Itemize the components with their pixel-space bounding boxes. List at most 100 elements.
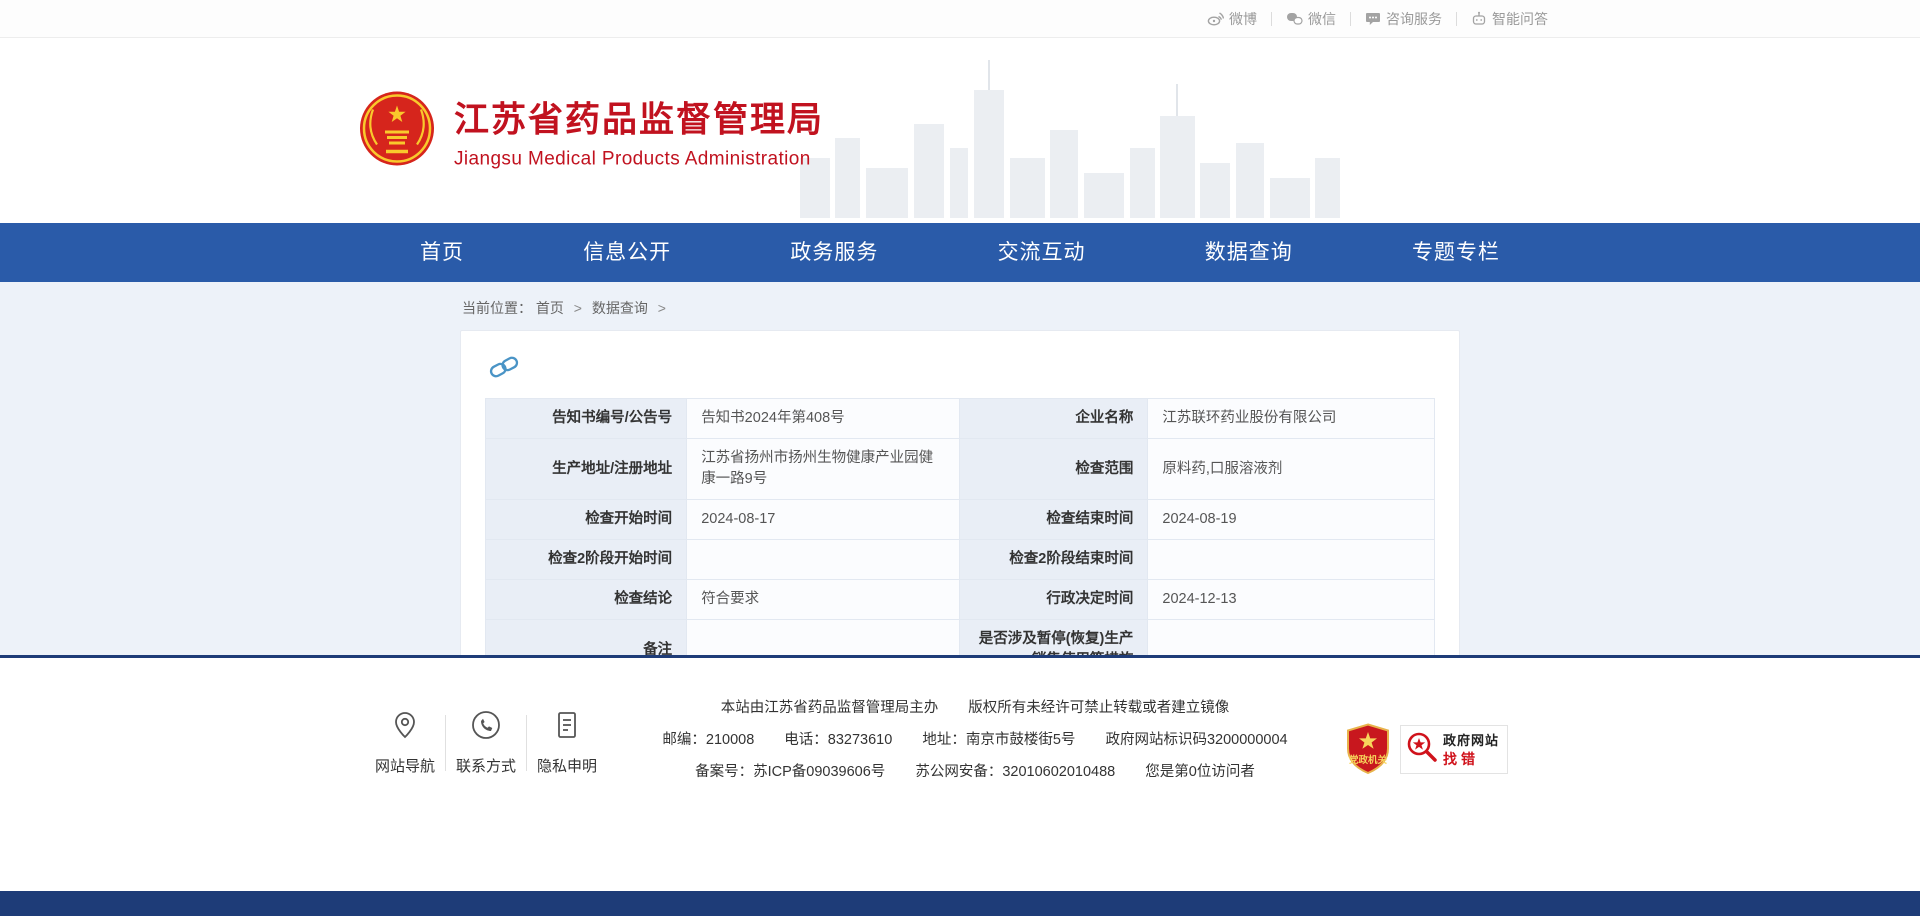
- party-gov-badge[interactable]: 党政机关: [1344, 723, 1392, 775]
- topbar-weibo[interactable]: 微博: [1207, 9, 1257, 29]
- divider: [526, 715, 527, 771]
- field-value: 2024-08-17: [687, 500, 960, 540]
- site-title: 江苏省药品监督管理局: [454, 91, 824, 142]
- bottom-strip: [0, 891, 1920, 916]
- footer: 网站导航 联系方式: [0, 655, 1920, 891]
- footer-nav-label: 网站导航: [375, 755, 435, 776]
- find-error-text: 政府网站 找错: [1443, 730, 1499, 769]
- nav-item-special-topics[interactable]: 专题专栏: [1402, 223, 1510, 282]
- field-label: 检查结束时间: [960, 500, 1148, 540]
- divider: [445, 715, 446, 771]
- topbar-wechat[interactable]: 微信: [1286, 9, 1336, 29]
- footer-phone: 电话：83273610: [784, 732, 892, 748]
- inspection-detail-card: 告知书编号/公告号 告知书2024年第408号 企业名称 江苏联环药业股份有限公…: [460, 330, 1460, 708]
- nav-item-info-disclosure[interactable]: 信息公开: [573, 223, 681, 282]
- field-label: 检查2阶段开始时间: [486, 540, 687, 580]
- field-label: 检查范围: [960, 439, 1148, 500]
- inspection-table: 告知书编号/公告号 告知书2024年第408号 企业名称 江苏联环药业股份有限公…: [485, 398, 1435, 681]
- divider: [1456, 12, 1457, 26]
- topbar: 微博 微信 咨询服务: [0, 0, 1920, 38]
- footer-badges: 党政机关 政府网站 找错: [1344, 706, 1508, 792]
- topbar-label: 咨询服务: [1386, 9, 1442, 29]
- party-gov-badge-label: 党政机关: [1349, 754, 1388, 766]
- nav-item-data-query[interactable]: 数据查询: [1195, 223, 1303, 282]
- breadcrumb-data-query[interactable]: 数据查询: [592, 300, 648, 316]
- footer-police-number: 苏公网安备：32010602010488: [915, 764, 1115, 780]
- footer-nav-label: 隐私申明: [537, 755, 597, 776]
- national-emblem-logo: [358, 89, 436, 172]
- topbar-smart-qa[interactable]: 智能问答: [1471, 9, 1548, 29]
- footer-site-id: 政府网站标识码3200000004: [1105, 732, 1287, 748]
- footer-line-2: 邮编：210008 电话：83273610 地址：南京市鼓楼街5号 政府网站标识…: [606, 728, 1344, 749]
- footer-line-3: 备案号：苏ICP备09039606号 苏公网安备：32010602010488 …: [606, 760, 1344, 781]
- divider: [1271, 12, 1272, 26]
- table-row: 检查2阶段开始时间 检查2阶段结束时间: [486, 540, 1435, 580]
- smart-qa-icon: [1471, 11, 1487, 26]
- footer-address: 地址：南京市鼓楼街5号: [922, 732, 1075, 748]
- page: 微博 微信 咨询服务: [0, 0, 1920, 916]
- field-value: [687, 540, 960, 580]
- field-label: 检查2阶段结束时间: [960, 540, 1148, 580]
- wechat-icon: [1286, 11, 1303, 26]
- field-value: 原料药,口服溶液剂: [1148, 439, 1435, 500]
- field-value: 江苏联环药业股份有限公司: [1148, 399, 1435, 439]
- nav-item-gov-services[interactable]: 政务服务: [780, 223, 888, 282]
- field-label: 企业名称: [960, 399, 1148, 439]
- table-row: 检查结论 符合要求 行政决定时间 2024-12-13: [486, 580, 1435, 620]
- topbar-label: 微信: [1308, 9, 1336, 29]
- table-row: 检查开始时间 2024-08-17 检查结束时间 2024-08-19: [486, 500, 1435, 540]
- field-label: 告知书编号/公告号: [486, 399, 687, 439]
- consult-icon: [1365, 11, 1381, 26]
- footer-line-1: 本站由江苏省药品监督管理局主办 版权所有未经许可禁止转载或者建立镜像: [606, 696, 1344, 717]
- footer-copyright-text: 版权所有未经许可禁止转载或者建立镜像: [968, 700, 1229, 716]
- divider: [1350, 12, 1351, 26]
- field-label: 生产地址/注册地址: [486, 439, 687, 500]
- site-subtitle: Jiangsu Medical Products Administration: [454, 148, 824, 170]
- field-value: 告知书2024年第408号: [687, 399, 960, 439]
- site-header: 江苏省药品监督管理局 Jiangsu Medical Products Admi…: [0, 38, 1920, 223]
- breadcrumb-separator: >: [574, 300, 582, 316]
- topbar-consult-service[interactable]: 咨询服务: [1365, 9, 1442, 29]
- breadcrumb: 当前位置： 首页 > 数据查询 >: [460, 282, 1460, 330]
- topbar-label: 智能问答: [1492, 9, 1548, 29]
- content-area: 当前位置： 首页 > 数据查询 >: [0, 282, 1920, 655]
- footer-info: 本站由江苏省药品监督管理局主办 版权所有未经许可禁止转载或者建立镜像 邮编：21…: [606, 694, 1344, 792]
- phone-icon: [471, 710, 501, 745]
- document-icon: [553, 710, 581, 745]
- table-row: 告知书编号/公告号 告知书2024年第408号 企业名称 江苏联环药业股份有限公…: [486, 399, 1435, 439]
- weibo-icon: [1207, 11, 1224, 26]
- footer-visitor-counter: 您是第0位访问者: [1145, 764, 1255, 780]
- brand-text: 江苏省药品监督管理局 Jiangsu Medical Products Admi…: [454, 91, 824, 170]
- skyline-art: [800, 58, 1340, 223]
- topbar-links: 微博 微信 咨询服务: [1207, 9, 1548, 29]
- footer-icp-number: 备案号：苏ICP备09039606号: [695, 764, 885, 780]
- field-value: 江苏省扬州市扬州生物健康产业园健康一路9号: [687, 439, 960, 500]
- field-value: 2024-12-13: [1148, 580, 1435, 620]
- field-value: 2024-08-19: [1148, 500, 1435, 540]
- footer-nav: 网站导航 联系方式: [366, 694, 606, 792]
- map-pin-icon: [391, 710, 419, 745]
- field-value: [1148, 540, 1435, 580]
- field-value: 符合要求: [687, 580, 960, 620]
- footer-nav-label: 联系方式: [456, 755, 516, 776]
- gov-site-find-error-badge[interactable]: 政府网站 找错: [1400, 725, 1508, 774]
- topbar-label: 微博: [1229, 9, 1257, 29]
- breadcrumb-home[interactable]: 首页: [536, 300, 564, 316]
- field-label: 检查开始时间: [486, 500, 687, 540]
- footer-postcode: 邮编：210008: [662, 732, 754, 748]
- table-row: 生产地址/注册地址 江苏省扬州市扬州生物健康产业园健康一路9号 检查范围 原料药…: [486, 439, 1435, 500]
- find-error-top-label: 政府网站: [1443, 730, 1499, 749]
- nav-item-interaction[interactable]: 交流互动: [988, 223, 1096, 282]
- footer-privacy[interactable]: 隐私申明: [528, 710, 606, 776]
- magnifier-icon: [1405, 730, 1439, 769]
- footer-host-text: 本站由江苏省药品监督管理局主办: [721, 700, 939, 716]
- footer-contact[interactable]: 联系方式: [447, 710, 525, 776]
- main-nav: 首页 信息公开 政务服务 交流互动 数据查询 专题专栏: [0, 223, 1920, 282]
- nav-item-home[interactable]: 首页: [410, 223, 474, 282]
- link-icon: [487, 353, 1435, 386]
- footer-site-map[interactable]: 网站导航: [366, 710, 444, 776]
- brand: 江苏省药品监督管理局 Jiangsu Medical Products Admi…: [358, 89, 824, 172]
- find-error-bottom-label: 找错: [1443, 749, 1499, 769]
- breadcrumb-separator: >: [658, 300, 666, 316]
- breadcrumb-label: 当前位置：: [462, 300, 532, 316]
